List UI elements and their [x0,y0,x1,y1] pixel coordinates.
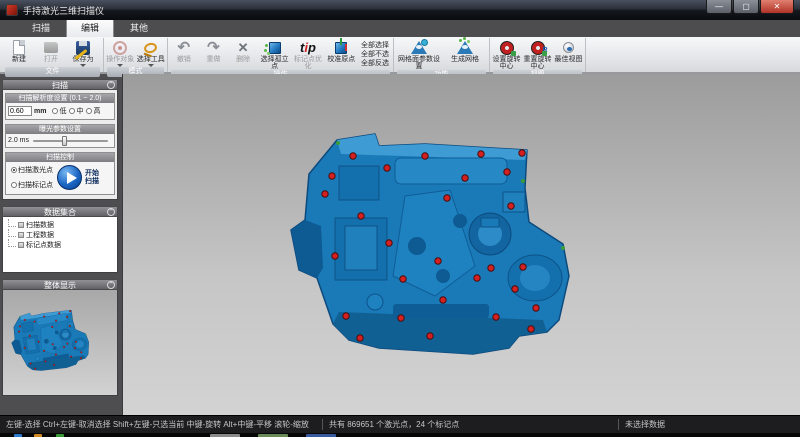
new-file-icon [13,40,25,55]
save-icon [76,41,90,55]
scan-control-title: 扫描控制 [6,153,114,162]
collapse-chevron-icon[interactable]: ⌃ [107,281,115,289]
mouse-hints: 左键-选择 Ctrl+左键-取消选择 Shift+左键-只选当前 中键-旋转 A… [0,419,322,430]
scan-marker-points-radio[interactable] [11,182,17,188]
set-rotation-center-button[interactable]: 设置旋转中心 [491,38,522,70]
collapse-chevron-icon[interactable]: ⌃ [107,208,115,216]
tab-other[interactable]: 其他 [116,19,162,37]
set-rotation-center-icon [500,41,514,55]
isolated-points-icon [269,42,281,54]
select-isolated-points-button[interactable]: 选择孤立点 [258,38,291,70]
start-scan-label: 开始扫描 [85,170,101,186]
maximize-button[interactable]: ▢ [733,0,759,14]
undo-button[interactable]: ↶ 撤销 [169,38,199,70]
overview-panel: 整体显示 ⌃ [2,279,118,396]
data-collection-panel: 数据集合 ⌃ 扫描数据 工程数据 标记点数据 [2,206,118,273]
ribbon-group-mode: 操作对象 选择工具 模式 [104,38,168,72]
selection-status: 未选择数据 [618,419,800,430]
new-button[interactable]: 新建 [3,38,35,67]
status-bar: 左键-选择 Ctrl+左键-取消选择 Shift+左键-只选当前 中键-旋转 A… [0,415,800,433]
tab-scan[interactable]: 扫描 [18,19,64,37]
invert-selection-button[interactable]: 全部反选 [361,59,389,68]
origin-cube-icon [335,42,347,54]
mesh-params-icon [411,41,427,54]
app-icon [6,4,18,16]
exposure-slider[interactable] [33,140,108,142]
exposure-group-title: 曝光参数设置 [6,125,114,134]
redo-icon: ↷ [207,40,220,55]
open-button[interactable]: 打开 [35,38,67,67]
ribbon: 新建 打开 保存为 文件 操作对象 选择工具 [0,37,800,74]
scan-panel-header: 扫描 ⌃ [2,79,118,90]
resolution-group: 扫描解析度设置 (0.1 ~ 2.0) mm 低 中 高 [5,93,115,120]
select-tool-button[interactable]: 选择工具 [136,38,167,67]
ribbon-group-function: 网格面参数设置 生成网格 功能 [394,38,490,72]
scan-laser-points-radio[interactable] [11,167,17,173]
close-button[interactable]: ✕ [760,0,794,14]
tree-line [8,219,16,227]
tree-line [8,239,16,247]
resolution-high-radio[interactable] [86,108,92,114]
generate-mesh-icon [457,41,473,54]
ribbon-group-file: 新建 打开 保存为 文件 [2,38,104,72]
tip-logo-icon: tip [300,40,316,55]
data-node-icon [18,222,24,228]
model-thumbnail-image [2,294,118,391]
scan-control-group: 扫描控制 扫描激光点 扫描标记点 [5,152,115,195]
minimize-button[interactable]: — [706,0,732,14]
slider-thumb[interactable] [62,136,67,146]
save-as-button[interactable]: 保存为 [67,38,99,67]
generate-mesh-button[interactable]: 生成网格 [443,38,487,70]
resolution-input[interactable] [8,106,32,116]
start-scan-button[interactable] [57,165,82,190]
left-sidebar: 扫描 ⌃ 扫描解析度设置 (0.1 ~ 2.0) mm 低 中 高 [0,74,122,415]
lasso-icon [143,41,158,54]
delete-button[interactable]: ✕ 删除 [228,38,258,70]
data-node-icon [18,242,24,248]
collapse-chevron-icon[interactable]: ⌃ [107,81,115,89]
scan-panel: 扫描 ⌃ 扫描解析度设置 (0.1 ~ 2.0) mm 低 中 高 [2,79,118,200]
resolution-low-radio[interactable] [52,108,58,114]
select-none-button[interactable]: 全部不选 [361,50,389,59]
target-icon [113,41,127,55]
tab-edit[interactable]: 编辑 [66,18,114,37]
resolution-unit: mm [34,108,46,115]
viewport-3d[interactable] [122,74,800,415]
overview-thumbnail[interactable] [2,290,118,396]
best-view-button[interactable]: 最佳视图 [553,38,584,70]
tree-item-marker-data[interactable]: 标记点数据 [5,240,115,250]
undo-icon: ↶ [178,40,191,55]
mesh-params-button[interactable]: 网格面参数设置 [395,38,443,70]
exposure-value: 2.0 ms [8,137,29,144]
open-folder-icon [44,42,58,53]
overview-panel-header: 整体显示 ⌃ [2,279,118,290]
calibrate-origin-button[interactable]: 校准原点 [325,38,358,70]
ribbon-group-operation: ↶ 撤销 ↷ 重做 ✕ 删除 选择孤立点 tip 标记点优化 校准原点 [168,38,394,72]
resolution-mid-radio[interactable] [69,108,75,114]
tree-item-scan-data[interactable]: 扫描数据 [5,220,115,230]
tree-item-project-data[interactable]: 工程数据 [5,230,115,240]
reset-rotation-center-icon [531,41,545,55]
operation-object-button[interactable]: 操作对象 [105,38,136,67]
exposure-group: 曝光参数设置 2.0 ms [5,124,115,148]
tree-line [8,229,16,237]
reset-rotation-center-button[interactable]: 重置旋转中心 [522,38,553,70]
redo-button[interactable]: ↷ 重做 [199,38,229,70]
3d-model-engine-block[interactable] [275,126,655,396]
resolution-group-title: 扫描解析度设置 (0.1 ~ 2.0) [6,94,114,103]
data-panel-header: 数据集合 ⌃ [2,206,118,217]
title-bar: 手持激光三维扫描仪 — ▢ ✕ [0,0,800,20]
best-view-icon [563,42,574,53]
ribbon-tabs: 扫描 编辑 其他 [0,20,800,37]
ribbon-group-view: 设置旋转中心 重置旋转中心 最佳视图 视图 [490,38,586,72]
point-counts: 共有 869651 个激光点，24 个标记点 [322,419,618,430]
taskbar-sliver [0,433,800,437]
data-node-icon [18,232,24,238]
select-all-button[interactable]: 全部选择 [361,41,389,50]
delete-icon: ✕ [238,41,249,55]
marker-optimize-button[interactable]: tip 标记点优化 [291,38,324,70]
window-title: 手持激光三维扫描仪 [23,4,104,17]
